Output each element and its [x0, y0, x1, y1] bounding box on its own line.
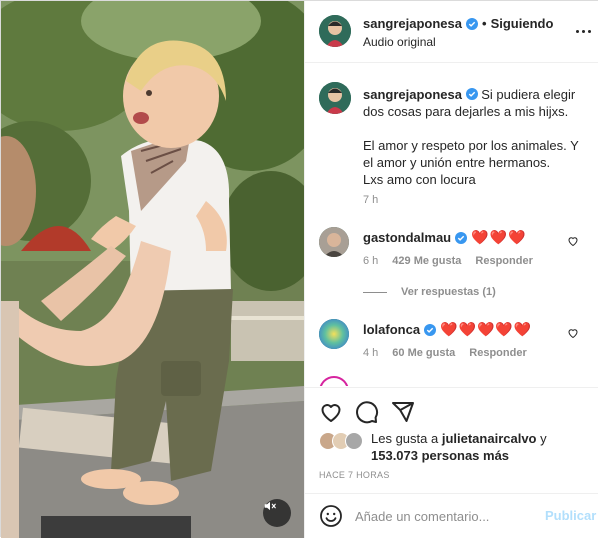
liker-avatar[interactable] [345, 432, 363, 450]
verified-badge-icon [466, 17, 478, 30]
likes-summary: Les gusta a julietanaircalvo y 153.073 p… [319, 430, 571, 464]
comment-body: gastondalmau ❤️❤️❤️ [363, 229, 526, 246]
replies-divider [363, 291, 387, 293]
commenter-avatar[interactable] [319, 319, 349, 349]
likes-user[interactable]: julietanaircalvo [442, 431, 537, 446]
avatar-image [319, 227, 349, 257]
following-button[interactable]: Siguiendo [491, 16, 554, 31]
speaker-muted-icon [264, 501, 276, 511]
caption-author-avatar[interactable] [319, 82, 351, 114]
commenter-avatar[interactable] [319, 227, 349, 257]
comment-item: lolafonca ❤️❤️❤️❤️❤️ 4 h 60 Me gusta Res… [305, 319, 598, 386]
reply-button[interactable]: Responder [475, 255, 532, 267]
heart-icon[interactable] [567, 327, 579, 339]
emoji-icon[interactable] [319, 504, 343, 528]
view-replies-button[interactable]: Ver respuestas (1) [363, 286, 496, 298]
more-options-button[interactable] [573, 23, 593, 39]
comment-icon[interactable] [355, 400, 379, 424]
caption-line-2: El amor y respeto por los animales. Y el… [363, 138, 579, 170]
add-comment-bar: Publicar [305, 493, 598, 538]
heart-icon[interactable] [567, 235, 579, 247]
caption-line-3: Lxs amo con locura [363, 172, 476, 187]
post-sidebar: sangrejaponesa • Siguiendo Audio origina… [304, 1, 598, 538]
liker-avatars [319, 432, 365, 452]
post-timestamp[interactable]: HACE 7 HORAS [319, 470, 390, 480]
view-replies-label: Ver respuestas (1) [401, 286, 496, 298]
comment-likes[interactable]: 60 Me gusta [392, 347, 455, 359]
verified-badge-icon [455, 231, 468, 244]
heart-icon[interactable] [319, 400, 343, 424]
comment-meta: 4 h 60 Me gusta Responder [363, 347, 527, 359]
comment-text: ❤️❤️❤️❤️❤️ [440, 321, 533, 337]
publish-button[interactable]: Publicar [545, 508, 596, 523]
verified-badge-icon [424, 323, 437, 336]
caption-username[interactable]: sangrejaponesa [363, 87, 462, 102]
comment-likes[interactable]: 429 Me gusta [392, 255, 461, 267]
author-avatar[interactable] [319, 15, 351, 47]
avatar-image [319, 319, 349, 349]
post-header: sangrejaponesa • Siguiendo Audio origina… [305, 1, 598, 63]
caption-time[interactable]: 7 h [363, 194, 378, 206]
comment-username[interactable]: gastondalmau [363, 230, 451, 245]
comment-meta: 6 h 429 Me gusta Responder [363, 255, 533, 267]
author-username[interactable]: sangrejaponesa [363, 16, 462, 31]
mute-toggle-button[interactable] [263, 499, 291, 527]
more-horizontal-icon [575, 29, 579, 33]
avatar-image [319, 15, 351, 47]
avatar-image [319, 82, 351, 114]
audio-link[interactable]: Audio original [363, 35, 436, 49]
post-video[interactable] [1, 1, 304, 538]
likes-prefix: Les gusta a [371, 431, 439, 446]
post-actions: Les gusta a julietanaircalvo y 153.073 p… [305, 387, 598, 497]
verified-badge-icon [465, 88, 478, 100]
separator-dot: • [482, 16, 487, 31]
more-dot [587, 29, 591, 33]
likes-count[interactable]: 153.073 personas más [371, 448, 509, 463]
likes-text: Les gusta a julietanaircalvo y 153.073 p… [371, 430, 571, 464]
comment-time[interactable]: 6 h [363, 255, 378, 267]
post-caption: sangrejaponesa Si pudiera elegir dos cos… [363, 86, 583, 188]
comment-time[interactable]: 4 h [363, 347, 378, 359]
author-line: sangrejaponesa • Siguiendo [363, 16, 553, 31]
comment-text: ❤️❤️❤️ [471, 229, 527, 245]
comment-input[interactable] [355, 504, 535, 528]
comment-username[interactable]: lolafonca [363, 322, 420, 337]
likes-conjunction: y [540, 431, 547, 446]
post-dialog: sangrejaponesa • Siguiendo Audio origina… [0, 0, 598, 538]
more-dot [581, 29, 585, 33]
video-frame-illustration [1, 1, 304, 538]
share-icon[interactable] [391, 400, 415, 424]
comments-list[interactable]: sangrejaponesa Si pudiera elegir dos cos… [305, 64, 598, 386]
reply-button[interactable]: Responder [469, 347, 526, 359]
comment-body: lolafonca ❤️❤️❤️❤️❤️ [363, 321, 532, 338]
